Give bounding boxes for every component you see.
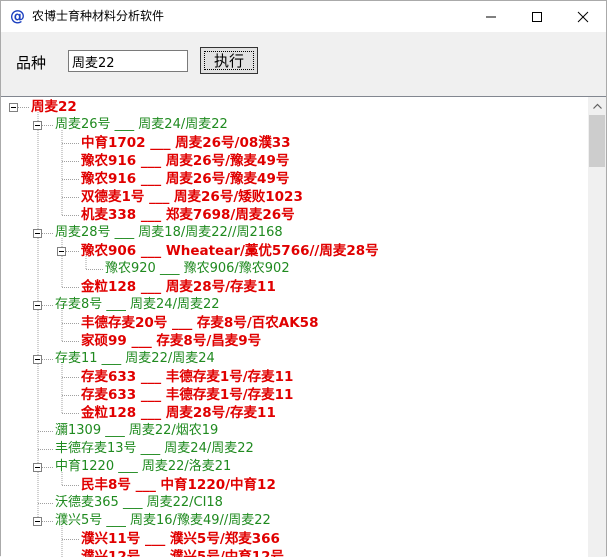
collapse-toggle-icon[interactable] [9,103,18,112]
minimize-button[interactable] [468,1,514,32]
execute-button[interactable]: 执行 [200,47,258,74]
close-button[interactable] [560,1,606,32]
tree-node[interactable]: 中育1220 ___ 周麦22/洛麦21 [55,458,231,476]
pedigree-tree[interactable]: 周麦22 周麦26号 ___ 周麦24/周麦22 中育1702 ___ 周麦26号/… [1,96,606,557]
tree-node[interactable]: 存麦11 ___ 周麦22/周麦24 [55,350,215,368]
tree-node[interactable]: 金粒128 ___ 周麦28号/存麦11 [81,404,276,422]
title-bar[interactable]: @ 农博士育种材料分析软件 [1,1,606,32]
collapse-toggle-icon[interactable] [33,355,42,364]
tree-node[interactable]: 存麦633 ___ 丰德存麦1号/存麦11 [81,368,293,386]
variety-label: 品种 [16,54,47,72]
tree-node[interactable]: 双德麦1号 ___ 周麦26号/矮败1023 [81,188,303,206]
tree-node[interactable]: 沃德麦365 ___ 周麦22/CI18 [55,494,223,512]
tree-node[interactable]: 豫农916 ___ 周麦26号/豫麦49号 [81,170,289,188]
maximize-button[interactable] [514,1,560,32]
collapse-toggle-icon[interactable] [57,247,66,256]
vertical-scrollbar[interactable] [588,97,606,557]
maximize-icon [532,11,542,22]
close-icon [577,11,589,22]
tree-node[interactable]: 瀰1309 ___ 周麦22/烟农19 [55,422,218,440]
tree-node[interactable]: 家硕99 ___ 存麦8号/昌麦9号 [81,332,261,350]
collapse-toggle-icon[interactable] [33,517,42,526]
tree-node[interactable]: 豫农906 ___ Wheatear/藁优5766//周麦28号 [81,242,379,260]
tree-node[interactable]: 周麦28号 ___ 周麦18/周麦22//周2168 [55,224,283,242]
at-sign-icon: @ [10,7,25,25]
tree-node[interactable]: 丰德存麦13号 ___ 周麦24/周麦22 [55,440,254,458]
query-bar: 品种 执行 [1,32,606,96]
tree-node[interactable]: 民丰8号 ___ 中育1220/中育12 [81,476,276,494]
scroll-up-button[interactable] [588,97,606,114]
app-window: @ 农博士育种材料分析软件 品种 执行 周麦22周麦26号 ___ 周麦24/周… [0,0,607,557]
tree-node[interactable]: 丰德存麦20号 ___ 存麦8号/百农AK58 [81,314,318,332]
tree-root-node[interactable]: 周麦22 [31,98,77,116]
tree-node[interactable]: 中育1702 ___ 周麦26号/08濮33 [81,134,291,152]
tree-node[interactable]: 濮兴5号 ___ 周麦16/豫麦49//周麦22 [55,512,271,530]
execute-button-label: 执行 [204,51,254,70]
tree-node[interactable]: 豫农916 ___ 周麦26号/豫麦49号 [81,152,289,170]
collapse-toggle-icon[interactable] [33,229,42,238]
window-title: 农博士育种材料分析软件 [32,9,165,23]
collapse-toggle-icon[interactable] [33,121,42,130]
tree-node[interactable]: 金粒128 ___ 周麦28号/存麦11 [81,278,276,296]
tree-node[interactable]: 机麦338 ___ 郑麦7698/周麦26号 [81,206,295,224]
tree-node[interactable]: 周麦26号 ___ 周麦24/周麦22 [55,116,228,134]
collapse-toggle-icon[interactable] [33,463,42,472]
tree-node[interactable]: 濮兴11号 ___ 濮兴5号/郑麦366 [81,530,280,548]
collapse-toggle-icon[interactable] [33,301,42,310]
scroll-thumb[interactable] [589,115,605,167]
tree-node[interactable]: 存麦633 ___ 丰德存麦1号/存麦11 [81,386,293,404]
tree-node[interactable]: 存麦8号 ___ 周麦24/周麦22 [55,296,220,314]
variety-input[interactable] [68,50,188,72]
tree-node[interactable]: 豫农920 ___ 豫农906/豫农902 [105,260,290,278]
chevron-up-icon [592,103,602,109]
minimize-icon [486,16,496,17]
